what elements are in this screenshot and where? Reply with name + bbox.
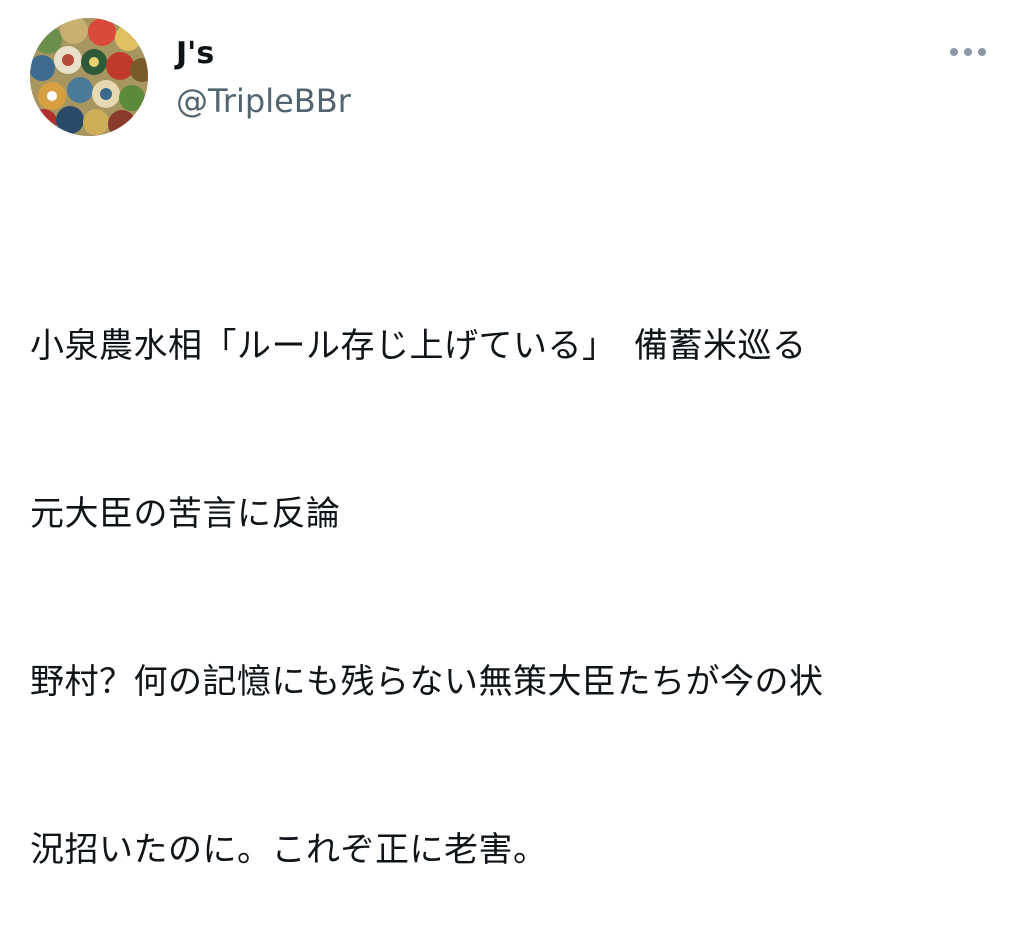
more-button[interactable]	[946, 38, 990, 66]
tweet-text-line: 元大臣の苦言に反論	[30, 494, 341, 534]
bottle-caps-avatar-icon	[30, 18, 148, 136]
user-handle[interactable]: @TripleBBr	[176, 82, 351, 120]
more-dots-icon	[950, 48, 986, 56]
tweet-text-line: 小泉農水相「ルール存じ上げている」 備蓄米巡る	[30, 326, 807, 366]
tweet-text: 小泉農水相「ルール存じ上げている」 備蓄米巡る 元大臣の苦言に反論 野村？何の記…	[30, 206, 1005, 946]
avatar[interactable]	[30, 18, 148, 136]
tweet-card: J's @TripleBBr 小泉農水相「ルール存じ上げている」 備蓄米巡る 元…	[0, 0, 1024, 870]
display-name[interactable]: J's	[176, 36, 214, 72]
tweet-text-line: 野村？何の記憶にも残らない無策大臣たちが今の状	[30, 662, 824, 702]
tweet-text-line: 況招いたのに。これぞ正に老害。	[30, 830, 548, 870]
